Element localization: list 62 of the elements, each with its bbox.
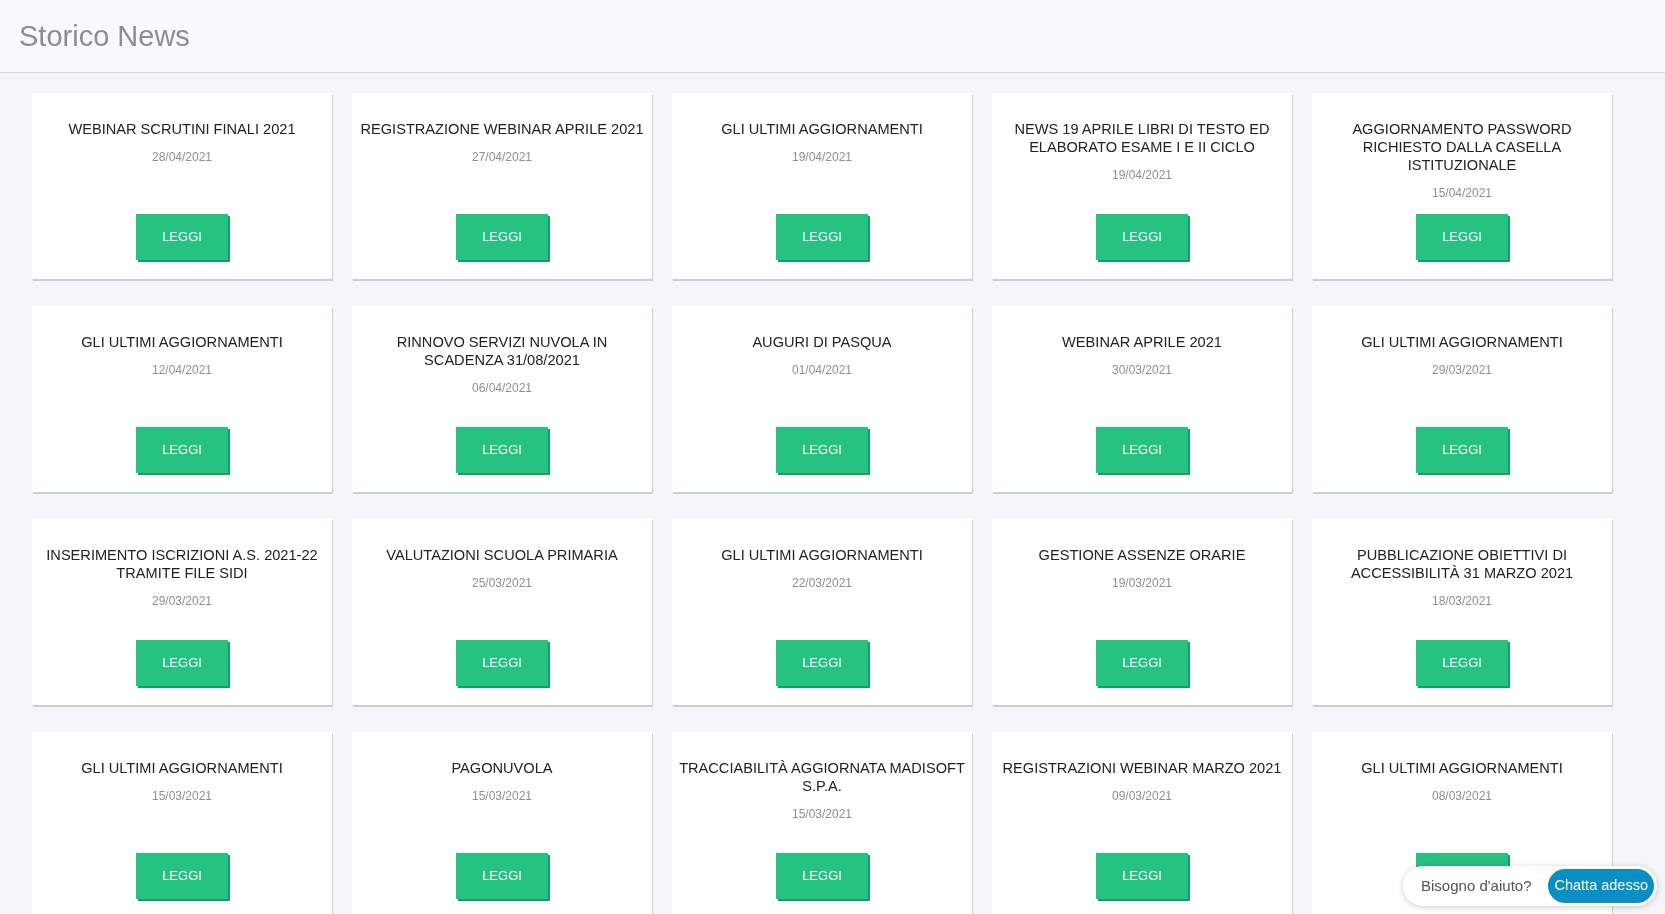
news-title: GESTIONE ASSENZE ORARIE (1038, 546, 1246, 564)
news-title: REGISTRAZIONI WEBINAR MARZO 2021 (1002, 759, 1282, 777)
news-date: 19/03/2021 (1111, 575, 1173, 592)
news-title: REGISTRAZIONE WEBINAR APRILE 2021 (360, 120, 644, 138)
read-button[interactable]: LEGGI (1096, 640, 1188, 686)
news-date: 18/03/2021 (1431, 593, 1493, 610)
read-button[interactable]: LEGGI (456, 853, 548, 899)
read-button[interactable]: LEGGI (1416, 427, 1508, 473)
news-date: 09/03/2021 (1111, 788, 1173, 805)
news-title: VALUTAZIONI SCUOLA PRIMARIA (386, 546, 618, 564)
read-button[interactable]: LEGGI (1416, 640, 1508, 686)
news-date: 29/03/2021 (1431, 362, 1493, 379)
read-button[interactable]: LEGGI (136, 640, 228, 686)
news-title: PAGONUVOLA (451, 759, 553, 777)
news-title: GLI ULTIMI AGGIORNAMENTI (721, 546, 923, 564)
read-button[interactable]: LEGGI (1096, 427, 1188, 473)
read-button[interactable]: LEGGI (776, 640, 868, 686)
read-button[interactable]: LEGGI (1416, 214, 1508, 260)
news-title: GLI ULTIMI AGGIORNAMENTI (721, 120, 923, 138)
chat-button[interactable]: Chatta adesso (1548, 869, 1654, 903)
news-title: GLI ULTIMI AGGIORNAMENTI (81, 759, 283, 777)
read-button[interactable]: LEGGI (136, 853, 228, 899)
news-title: TRACCIABILITÀ AGGIORNATA MADISOFT S.P.A. (678, 759, 966, 795)
news-date: 12/04/2021 (151, 362, 213, 379)
read-button[interactable]: LEGGI (776, 853, 868, 899)
read-button[interactable]: LEGGI (776, 427, 868, 473)
news-title: NEWS 19 APRILE LIBRI DI TESTO ED ELABORATO ESAME I E II CICLO (1013, 120, 1271, 156)
news-date: 15/03/2021 (791, 806, 853, 823)
news-title: INSERIMENTO ISCRIZIONI A.S. 2021-22 TRAMITE FILE SIDI (45, 546, 319, 582)
news-date: 25/03/2021 (471, 575, 533, 592)
news-date: 08/03/2021 (1431, 788, 1493, 805)
news-title: WEBINAR SCRUTINI FINALI 2021 (68, 120, 296, 138)
news-title: WEBINAR APRILE 2021 (1062, 333, 1222, 351)
read-button[interactable]: LEGGI (456, 427, 548, 473)
read-button[interactable]: LEGGI (136, 427, 228, 473)
read-button[interactable]: LEGGI (456, 214, 548, 260)
read-button[interactable]: LEGGI (456, 640, 548, 686)
news-date: 15/04/2021 (1431, 185, 1493, 202)
help-prompt: Bisogno d'aiuto? (1421, 875, 1532, 896)
news-date: 15/03/2021 (151, 788, 213, 805)
news-title: GLI ULTIMI AGGIORNAMENTI (81, 333, 283, 351)
news-title: AGGIORNAMENTO PASSWORD RICHIESTO DALLA CASELLA ISTITUZIONALE (1351, 120, 1573, 174)
read-button[interactable]: LEGGI (136, 214, 228, 260)
news-date: 19/04/2021 (791, 149, 853, 166)
read-button[interactable]: LEGGI (1096, 853, 1188, 899)
news-date: 01/04/2021 (791, 362, 853, 379)
news-title: PUBBLICAZIONE OBIETTIVI DI ACCESSIBILITÀ 31 MARZO 2021 (1349, 546, 1575, 582)
news-date: 27/04/2021 (471, 149, 533, 166)
news-title: GLI ULTIMI AGGIORNAMENTI (1361, 759, 1563, 777)
read-button[interactable]: LEGGI (1096, 214, 1188, 260)
news-date: 15/03/2021 (471, 788, 533, 805)
news-date: 30/03/2021 (1111, 362, 1173, 379)
page-title: Storico News (19, 18, 190, 54)
news-date: 22/03/2021 (791, 575, 853, 592)
read-button[interactable]: LEGGI (776, 214, 868, 260)
news-date: 19/04/2021 (1111, 167, 1173, 184)
news-title: AUGURI DI PASQUA (752, 333, 892, 351)
news-date: 28/04/2021 (151, 149, 213, 166)
news-date: 29/03/2021 (151, 593, 213, 610)
news-title: GLI ULTIMI AGGIORNAMENTI (1361, 333, 1563, 351)
news-title: RINNOVO SERVIZI NUVOLA IN SCADENZA 31/08/2021 (395, 333, 609, 369)
news-date: 06/04/2021 (471, 380, 533, 397)
